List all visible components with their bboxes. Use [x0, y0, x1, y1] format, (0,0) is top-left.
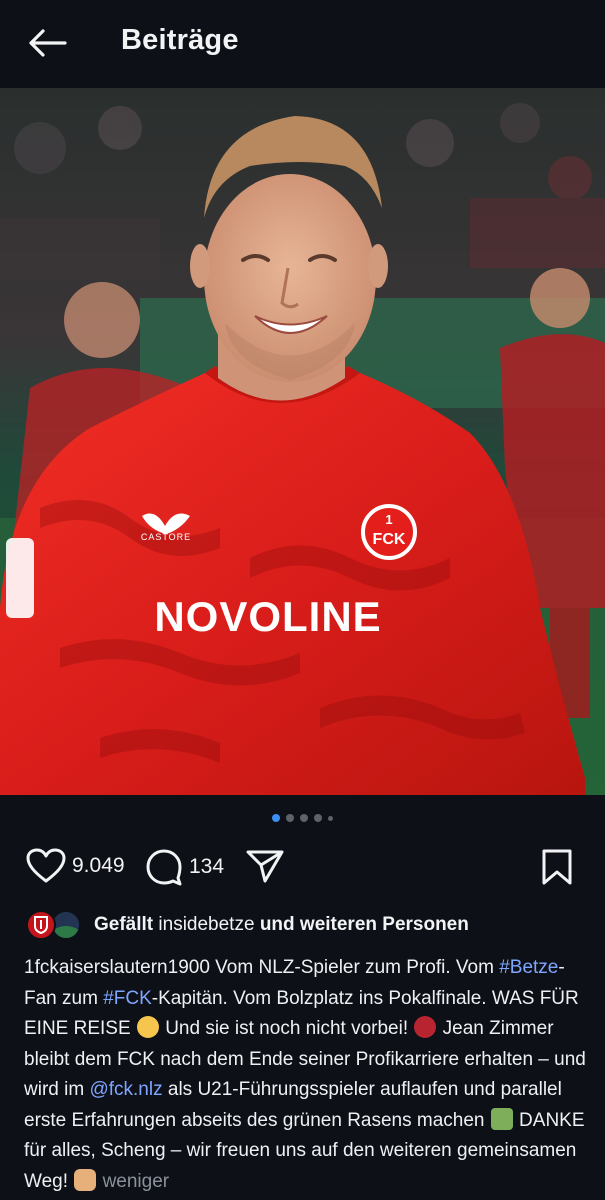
avatar [26, 910, 56, 940]
back-button[interactable] [24, 22, 70, 64]
likes-count: 9.049 [72, 854, 125, 877]
back-arrow-icon [29, 29, 67, 57]
heart-icon [26, 848, 66, 883]
bookmark-icon [542, 849, 572, 885]
comments-count: 134 [189, 855, 225, 878]
share-button[interactable] [245, 848, 285, 884]
caption-author[interactable]: 1fckaiserslautern1900 [24, 957, 210, 978]
jersey-sponsor-text: NOVOLINE [154, 593, 381, 640]
star-struck-emoji-icon [136, 1016, 159, 1038]
crest-number: 1 [385, 512, 392, 527]
raising-hands-emoji-icon [74, 1168, 97, 1191]
devil-emoji-icon [414, 1016, 437, 1038]
scientist-emoji-icon [490, 1107, 513, 1130]
like-button[interactable]: 9.049 [26, 848, 125, 884]
post-image[interactable]: CASTORE 1 FCK NOVOLINE [0, 88, 605, 795]
carousel-dot [328, 815, 333, 821]
crest-text: FCK [373, 531, 406, 548]
carousel-dot [314, 814, 322, 822]
page-title: Beiträge [121, 24, 239, 56]
carousel-dot [272, 814, 280, 822]
carousel-dot [286, 814, 294, 822]
top-bar: Beiträge [0, 0, 605, 88]
carousel-dot [300, 814, 308, 822]
liked-by-row[interactable]: Gefällt insidebetze und weiteren Persone… [24, 905, 585, 945]
liked-by-user[interactable]: insidebetze [158, 914, 254, 935]
liked-by-text: Gefällt insidebetze und weiteren Persone… [94, 914, 469, 936]
send-icon [246, 850, 284, 883]
liked-by-prefix: Gefällt [94, 914, 154, 935]
show-less-link[interactable]: weniger [103, 1171, 170, 1192]
jersey-brand-text: CASTORE [141, 532, 191, 542]
liker-avatars [24, 907, 86, 943]
save-button[interactable] [540, 848, 574, 886]
comment-icon [146, 849, 182, 886]
caption-text: Vom NLZ-Spieler zum Profi. Vom [209, 957, 500, 978]
hashtag-link[interactable]: #Betze [499, 957, 558, 978]
comment-button[interactable]: 134 [145, 848, 224, 886]
caption-text: Und sie ist noch nicht vorbei! [159, 1018, 414, 1039]
post-caption: 1fckaiserslautern1900 Vom NLZ-Spieler zu… [24, 953, 589, 1197]
mention-link[interactable]: @fck.nlz [89, 1079, 162, 1100]
hashtag-link[interactable]: #FCK [103, 988, 152, 1009]
post-actions: 9.049 134 [0, 842, 605, 892]
carousel-indicator [0, 814, 605, 822]
liked-by-suffix[interactable]: und weiteren Personen [260, 914, 469, 935]
